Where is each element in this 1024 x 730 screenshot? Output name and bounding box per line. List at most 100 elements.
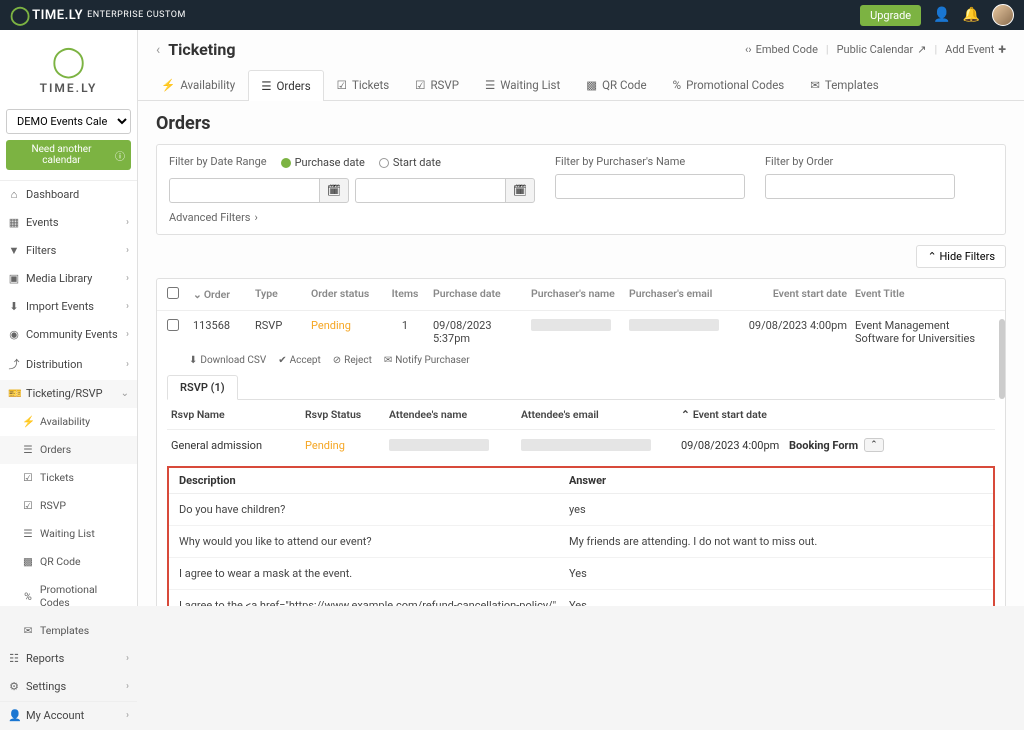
sidebar-brand: TIME.LY bbox=[0, 81, 137, 95]
order-row[interactable]: 113568 RSVP Pending 1 09/08/2023 5:37pm … bbox=[157, 311, 1005, 353]
accept-action[interactable]: ✔Accept bbox=[278, 355, 321, 366]
rsvp-subtab[interactable]: RSVP (1) bbox=[167, 375, 238, 400]
add-event-link[interactable]: Add Event+ bbox=[945, 42, 1006, 58]
date-to-input[interactable] bbox=[355, 178, 505, 203]
select-all-checkbox[interactable] bbox=[167, 287, 179, 299]
filter-purchaser-input[interactable] bbox=[555, 174, 745, 199]
check-icon: ☑ bbox=[415, 78, 425, 92]
external-icon: ↗ bbox=[917, 43, 926, 56]
doc-icon: ☰ bbox=[261, 79, 271, 93]
check-icon: ☑ bbox=[22, 471, 34, 484]
col-order[interactable]: ⌄Order bbox=[193, 287, 247, 302]
filter-date-label: Filter by Date Range bbox=[169, 155, 267, 168]
chevron-down-icon: ⌄ bbox=[121, 388, 129, 399]
tab-promo[interactable]: %Promotional Codes bbox=[660, 69, 798, 100]
nav-community[interactable]: ◉Community Events› bbox=[0, 321, 137, 349]
tab-waiting[interactable]: ☰Waiting List bbox=[472, 69, 573, 100]
brand-text: TIME.LY bbox=[32, 8, 83, 23]
filter-icon: ▼ bbox=[8, 244, 20, 257]
ticket-icon: 🎫 bbox=[8, 387, 20, 400]
report-icon: ☷ bbox=[8, 652, 20, 665]
row-checkbox[interactable] bbox=[167, 319, 179, 331]
reject-action[interactable]: ⊘Reject bbox=[333, 355, 372, 366]
advanced-filters-toggle[interactable]: Advanced Filters› bbox=[169, 211, 258, 224]
filter-order-input[interactable] bbox=[765, 174, 955, 199]
public-calendar-link[interactable]: Public Calendar↗ bbox=[837, 43, 927, 56]
brand-edition: ENTERPRISE CUSTOM bbox=[87, 10, 186, 20]
tab-availability[interactable]: ⚡Availability bbox=[148, 69, 248, 100]
plus-icon: + bbox=[998, 42, 1006, 58]
avatar[interactable] bbox=[992, 4, 1014, 26]
hide-filters-button[interactable]: ⌃ Hide Filters bbox=[916, 245, 1006, 268]
order-event-title: Event Management Software for Universiti… bbox=[855, 319, 995, 345]
nav-ticketing[interactable]: 🎫Ticketing/RSVP⌄ bbox=[0, 380, 137, 408]
nav-media[interactable]: ▣Media Library› bbox=[0, 265, 137, 293]
scrollbar[interactable] bbox=[999, 319, 1005, 399]
radio-purchase-date[interactable]: Purchase date bbox=[281, 156, 365, 169]
chevron-right-icon: › bbox=[254, 211, 257, 224]
nav-distribution[interactable]: ⤴Distribution› bbox=[0, 349, 137, 380]
nav-import[interactable]: ⬇Import Events› bbox=[0, 293, 137, 321]
nav-reports[interactable]: ☷Reports› bbox=[0, 645, 137, 673]
user-icon[interactable]: 👤 bbox=[933, 7, 950, 23]
nav-sub-waiting[interactable]: ☰Waiting List bbox=[0, 520, 137, 548]
date-from-picker[interactable]: 🗓 bbox=[319, 178, 349, 203]
tab-rsvp[interactable]: ☑RSVP bbox=[402, 69, 472, 100]
order-type: RSVP bbox=[255, 319, 303, 332]
col-pemail[interactable]: Purchaser's email bbox=[629, 287, 729, 302]
nav-sub-availability[interactable]: ⚡Availability bbox=[0, 408, 137, 436]
upgrade-button[interactable]: Upgrade bbox=[860, 5, 921, 26]
qa-answer: Yes bbox=[569, 599, 587, 606]
nav-events[interactable]: ▦Events› bbox=[0, 209, 137, 237]
tab-templates[interactable]: ✉Templates bbox=[797, 69, 891, 100]
tab-qr[interactable]: ▩QR Code bbox=[573, 69, 659, 100]
rsvp-col-aname: Attendee's name bbox=[389, 408, 513, 421]
col-type[interactable]: Type bbox=[255, 287, 303, 302]
calendar-select[interactable]: DEMO Events Calendar (M... bbox=[6, 109, 131, 134]
embed-code-link[interactable]: ‹›Embed Code bbox=[745, 43, 818, 56]
rsvp-col-name: Rsvp Name bbox=[171, 408, 297, 421]
nav-sub-promo[interactable]: %Promotional Codes bbox=[0, 576, 137, 617]
col-pname[interactable]: Purchaser's name bbox=[531, 287, 621, 302]
nav-sub-rsvp[interactable]: ☑RSVP bbox=[0, 492, 137, 520]
tab-tickets[interactable]: ☑Tickets bbox=[324, 69, 403, 100]
booking-form-toggle[interactable]: ⌃ bbox=[864, 438, 884, 452]
rsvp-row: General admission Pending 09/08/2023 4:0… bbox=[167, 430, 995, 460]
col-start[interactable]: Event start date bbox=[737, 287, 847, 302]
nav-settings[interactable]: ⚙Settings› bbox=[0, 673, 137, 701]
tab-orders[interactable]: ☰Orders bbox=[248, 70, 323, 101]
qa-answer: Yes bbox=[569, 567, 587, 580]
nav-sub-orders[interactable]: ☰Orders bbox=[0, 436, 137, 464]
chevron-right-icon: › bbox=[126, 273, 129, 284]
col-items[interactable]: Items bbox=[385, 287, 425, 302]
nav-filters[interactable]: ▼Filters› bbox=[0, 237, 137, 265]
download-csv-action[interactable]: ⬇Download CSV bbox=[189, 355, 266, 366]
date-to-picker[interactable]: 🗓 bbox=[505, 178, 535, 203]
info-icon: ⓘ bbox=[115, 148, 125, 163]
nav-sub-tickets[interactable]: ☑Tickets bbox=[0, 464, 137, 492]
filter-purchaser-label: Filter by Purchaser's Name bbox=[555, 155, 745, 168]
order-items: 1 bbox=[385, 319, 425, 332]
nav-sub-templates[interactable]: ✉Templates bbox=[0, 617, 137, 645]
nav-sub-qr[interactable]: ▩QR Code bbox=[0, 548, 137, 576]
order-status: Pending bbox=[311, 319, 377, 332]
page-title: Ticketing bbox=[168, 40, 235, 59]
date-from-input[interactable] bbox=[169, 178, 319, 203]
col-title[interactable]: Event Title bbox=[855, 287, 995, 302]
percent-icon: % bbox=[22, 590, 34, 603]
radio-start-date[interactable]: Start date bbox=[379, 156, 441, 169]
qa-answer: yes bbox=[569, 503, 586, 516]
qr-icon: ▩ bbox=[22, 555, 34, 568]
nav-dashboard[interactable]: ⌂Dashboard bbox=[0, 181, 137, 209]
order-start-date: 09/08/2023 4:00pm bbox=[737, 319, 847, 332]
col-pdate[interactable]: Purchase date bbox=[433, 287, 523, 302]
need-calendar-button[interactable]: Need another calendarⓘ bbox=[6, 140, 131, 170]
nav-account[interactable]: 👤My Account› bbox=[0, 701, 137, 730]
chevron-up-icon: ⌃ bbox=[927, 250, 939, 263]
chevron-right-icon: › bbox=[126, 681, 129, 692]
col-status[interactable]: Order status bbox=[311, 287, 377, 302]
rsvp-col-start[interactable]: ⌃Event start date bbox=[681, 408, 781, 421]
notify-action[interactable]: ✉Notify Purchaser bbox=[384, 355, 470, 366]
back-button[interactable]: ‹ bbox=[156, 42, 160, 58]
bell-icon[interactable]: 🔔 bbox=[963, 7, 980, 23]
